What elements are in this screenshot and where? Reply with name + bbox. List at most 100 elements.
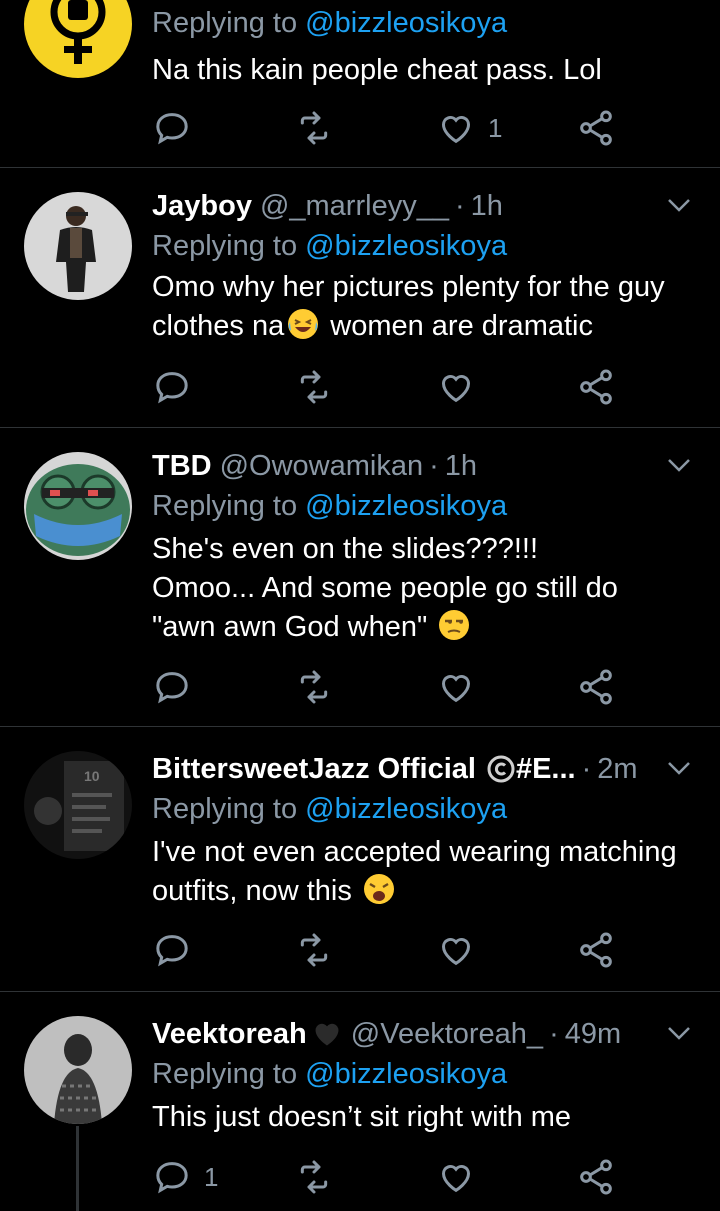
- reply-button[interactable]: [152, 928, 204, 972]
- tweet-2[interactable]: TBD @Owowamikan · 1h Replying to @bizzle…: [0, 428, 720, 726]
- reply-icon: [156, 935, 188, 967]
- heart-icon: [442, 116, 470, 144]
- separator-dot: ·: [549, 1018, 559, 1050]
- share-button[interactable]: [576, 365, 616, 409]
- reply-icon: [156, 672, 188, 704]
- reply-button[interactable]: [152, 106, 204, 150]
- replying-label: Replying to: [152, 7, 298, 39]
- retweet-button[interactable]: [294, 665, 334, 709]
- tweet-actions: [152, 928, 622, 972]
- chevron-down-icon[interactable]: [664, 1018, 694, 1048]
- tweet-actions: 1: [152, 1155, 622, 1199]
- chevron-down-icon[interactable]: [664, 450, 694, 480]
- retweet-button[interactable]: [294, 1155, 334, 1199]
- share-icon: [580, 669, 612, 705]
- retweet-button[interactable]: [294, 365, 334, 409]
- share-icon: [580, 932, 612, 968]
- reply-icon: [156, 372, 188, 404]
- retweet-icon: [300, 670, 328, 704]
- reply-button[interactable]: [152, 365, 204, 409]
- like-button[interactable]: [436, 928, 488, 972]
- reply-button[interactable]: [152, 665, 204, 709]
- user-handle[interactable]: @_marrleyy__: [260, 186, 449, 226]
- share-button[interactable]: [576, 1155, 616, 1199]
- replying-to: Replying to @bizzleosikoya: [152, 789, 700, 829]
- share-icon: [580, 369, 612, 405]
- separator-dot: ·: [429, 450, 439, 482]
- like-button[interactable]: [436, 1155, 488, 1199]
- share-button[interactable]: [576, 106, 616, 150]
- tweet-header: Jayboy @_marrleyy__ · 1h: [152, 186, 700, 226]
- timestamp[interactable]: 1h: [445, 446, 477, 486]
- chevron-down-icon[interactable]: [664, 190, 694, 220]
- separator-dot: ·: [454, 190, 465, 222]
- display-name[interactable]: BittersweetJazz Official: [152, 749, 476, 789]
- mention-link[interactable]: @bizzleosikoya: [305, 793, 507, 825]
- heart-icon: [442, 675, 470, 703]
- timestamp[interactable]: 1h: [471, 186, 503, 226]
- tweet-text-line: clothes na women are dramatic: [152, 307, 700, 346]
- replying-to: Replying to @bizzleosikoya: [152, 226, 700, 266]
- share-button[interactable]: [576, 665, 616, 709]
- reply-icon: [156, 113, 188, 145]
- weary-face-emoji-icon: [363, 874, 394, 904]
- reply-count: 1: [204, 1161, 219, 1192]
- replying-label: Replying to: [152, 230, 298, 262]
- mention-link[interactable]: @bizzleosikoya: [305, 230, 507, 262]
- like-button[interactable]: [436, 365, 488, 409]
- tweet-0[interactable]: Replying to @bizzleosikoya Na this kain …: [0, 0, 720, 168]
- retweet-icon: [300, 933, 328, 967]
- display-name[interactable]: Veektoreah: [152, 1014, 307, 1054]
- heart-icon: [442, 938, 470, 966]
- avatar[interactable]: [24, 1016, 132, 1124]
- mention-link[interactable]: @bizzleosikoya: [305, 1058, 507, 1090]
- tweet-text-line: She's even on the slides???!!!: [152, 533, 539, 565]
- like-button[interactable]: [436, 665, 488, 709]
- avatar[interactable]: [24, 452, 132, 560]
- tweet-1[interactable]: Jayboy @_marrleyy__ · 1h Replying to @bi…: [0, 168, 720, 428]
- frog-mask-avatar-icon: [24, 452, 132, 560]
- retweet-button[interactable]: [294, 106, 334, 150]
- retweet-button[interactable]: [294, 928, 334, 972]
- replying-label: Replying to: [152, 490, 298, 522]
- avatar[interactable]: 10: [24, 751, 132, 859]
- tweet-actions: [152, 365, 622, 409]
- avatar[interactable]: [24, 0, 132, 78]
- tweet-text-line: outfits, now this: [152, 872, 700, 911]
- reply-button[interactable]: 1: [152, 1155, 218, 1199]
- display-name-suffix[interactable]: #E...: [516, 749, 576, 789]
- avatar[interactable]: [24, 192, 132, 300]
- laughing-crying-emoji-icon: [288, 309, 319, 339]
- timestamp[interactable]: 2m: [597, 749, 637, 789]
- display-name[interactable]: Jayboy: [152, 186, 252, 226]
- tweet-text: Na this kain people cheat pass. Lol: [152, 54, 602, 86]
- tweet-text-line: I've not even accepted wearing matching: [152, 836, 677, 868]
- retweet-icon: [300, 111, 328, 145]
- replying-to: Replying to @bizzleosikoya: [152, 486, 700, 526]
- person-photo-avatar-icon: [24, 192, 132, 300]
- tweet-text-part: women are dramatic: [322, 310, 593, 342]
- user-handle[interactable]: @Veektoreah_: [351, 1014, 543, 1054]
- tweet-text-line: Omo why her pictures plenty for the guy: [152, 271, 665, 303]
- replying-label: Replying to: [152, 793, 298, 825]
- separator-dot: ·: [581, 753, 592, 785]
- chevron-down-icon[interactable]: [664, 753, 694, 783]
- album-art-avatar-icon: 10: [24, 751, 132, 859]
- user-handle[interactable]: @Owowamikan: [220, 446, 424, 486]
- display-name[interactable]: TBD: [152, 446, 212, 486]
- retweet-icon: [300, 370, 328, 404]
- like-button[interactable]: 1: [436, 106, 502, 150]
- like-count: 1: [488, 112, 503, 143]
- mention-link[interactable]: @bizzleosikoya: [305, 490, 507, 522]
- black-heart-icon: [315, 1023, 339, 1046]
- tweet-3[interactable]: 10 BittersweetJazz Official #E... · 2m R…: [0, 727, 720, 991]
- mention-link[interactable]: @bizzleosikoya: [305, 7, 507, 39]
- tweet-text-line: Omoo... And some people go still do: [152, 572, 618, 604]
- share-icon: [580, 110, 612, 146]
- tweet-text: This just doesn’t sit right with me: [152, 1101, 572, 1133]
- reply-icon: [156, 1162, 188, 1194]
- timestamp[interactable]: 49m: [565, 1014, 621, 1054]
- tweet-4[interactable]: Veektoreah @Veektoreah_ · 49m Replying t…: [0, 992, 720, 1211]
- share-button[interactable]: [576, 928, 616, 972]
- tweet-text: She's even on the slides???!!! Omoo... A…: [152, 530, 700, 647]
